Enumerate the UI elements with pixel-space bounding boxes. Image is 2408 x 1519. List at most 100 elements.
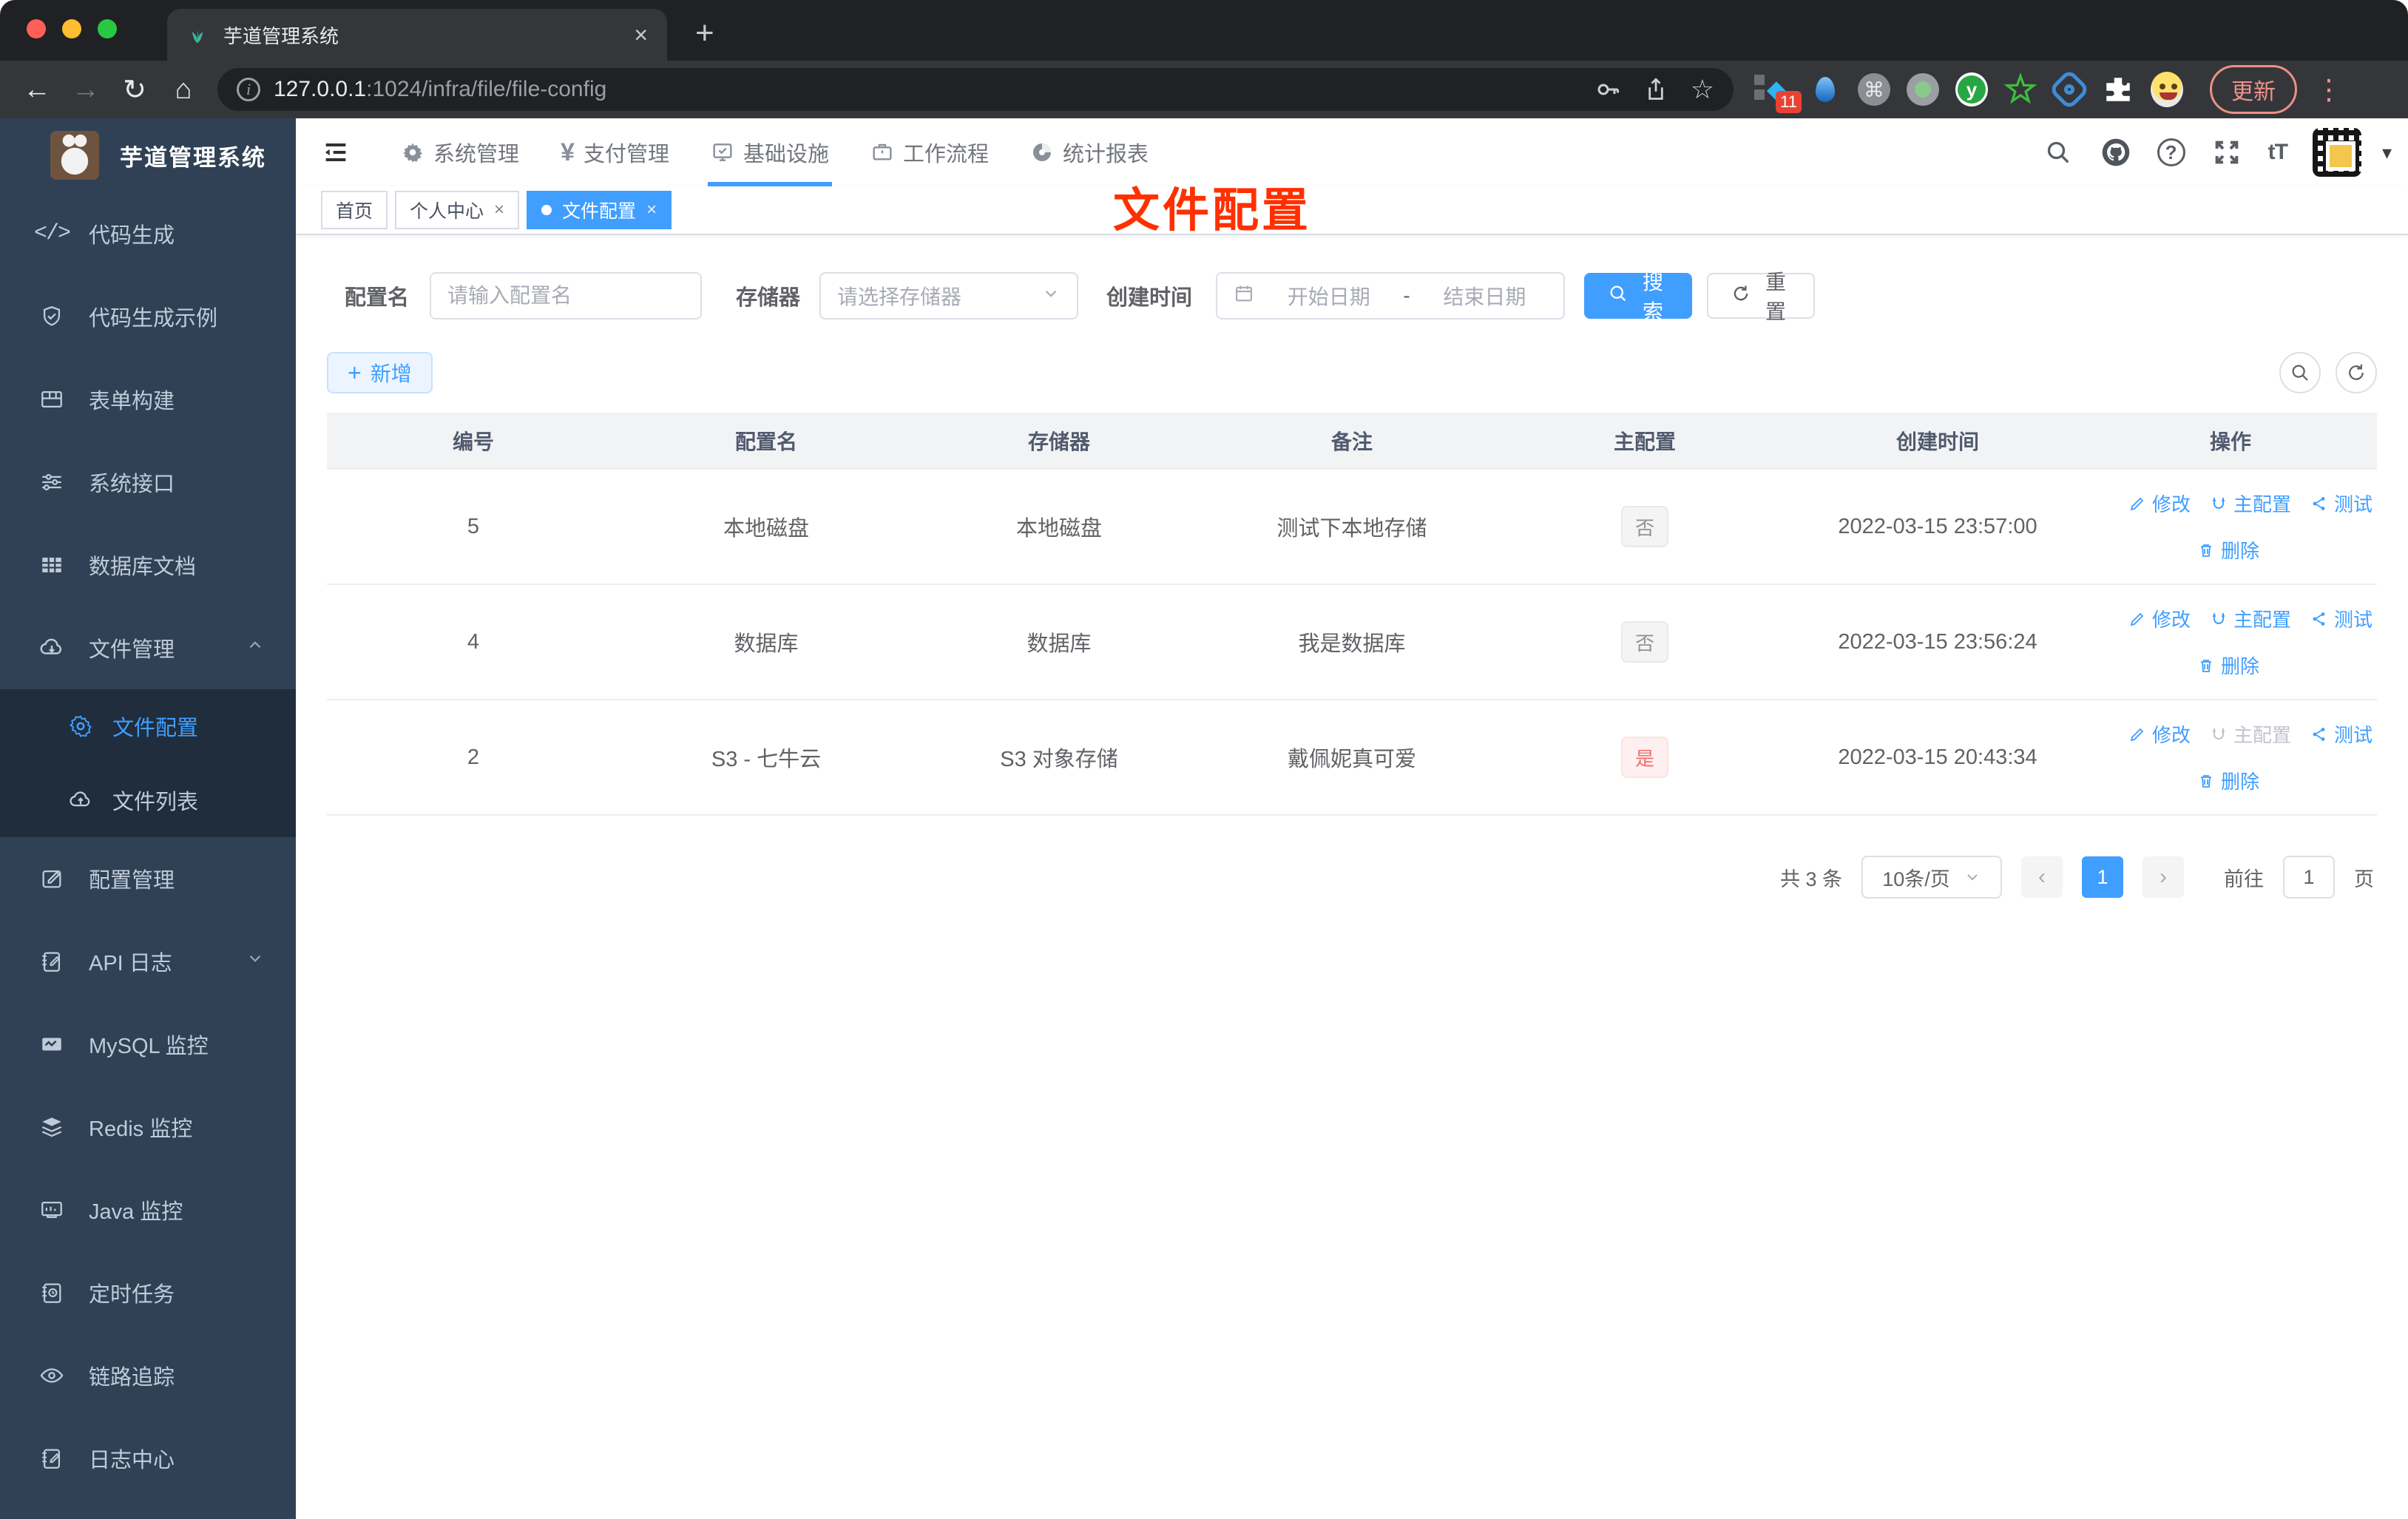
delete-button[interactable]: 删除	[2197, 652, 2259, 679]
search-icon[interactable]	[2042, 136, 2074, 169]
close-window-button[interactable]	[27, 19, 46, 38]
extension-squares-icon	[1754, 75, 1765, 100]
sidebar-item-mysql-monitor[interactable]: MySQL 监控	[0, 1003, 296, 1086]
test-button[interactable]: 测试	[2310, 720, 2373, 748]
sidebar-item-log-center[interactable]: 日志中心	[0, 1417, 296, 1500]
extension-record-icon[interactable]	[1907, 73, 1939, 106]
github-icon[interactable]	[2100, 136, 2132, 169]
page-number-button[interactable]: 1	[2082, 856, 2123, 898]
site-info-icon[interactable]: i	[237, 78, 260, 101]
reload-button[interactable]: ↻	[114, 69, 155, 110]
sidebar-collapse-icon[interactable]	[318, 135, 354, 170]
config-name-input[interactable]	[447, 284, 685, 308]
chrome-menu-icon[interactable]: ⋮	[2315, 73, 2344, 106]
master-config-button[interactable]: 主配置	[2210, 605, 2291, 632]
zoom-window-button[interactable]	[98, 19, 117, 38]
tag-home[interactable]: 首页	[321, 191, 388, 229]
edit-button[interactable]: 修改	[2128, 720, 2191, 748]
sidebar-item-code-gen[interactable]: </> 代码生成	[0, 192, 296, 275]
config-name-field[interactable]	[430, 272, 703, 319]
table-row: 4 数据库 数据库 我是数据库 否 2022-03-15 23:56:24 修改	[327, 584, 2377, 700]
nav-item-system[interactable]: 系统管理	[380, 118, 540, 186]
timer-book-icon	[38, 1279, 65, 1306]
extension-star-icon[interactable]	[2004, 73, 2037, 106]
sidebar-item-api-log[interactable]: API 日志	[0, 920, 296, 1003]
extension-command-icon[interactable]: ⌘	[1858, 73, 1890, 106]
tab-close-icon[interactable]: ×	[634, 23, 648, 47]
sidebar-item-db-doc[interactable]: 数据库文档	[0, 524, 296, 606]
sidebar-item-file-list[interactable]: 文件列表	[0, 763, 296, 837]
minimize-window-button[interactable]	[62, 19, 81, 38]
header-actions: ? tT ▾	[2042, 128, 2392, 177]
sidebar-item-form-builder[interactable]: 表单构建	[0, 358, 296, 441]
address-bar[interactable]: i 127.0.0.1:1024/infra/file/file-config …	[217, 68, 1734, 111]
extension-icons: ◆ 11 ⌘ y	[1754, 68, 2183, 113]
browser-tab[interactable]: 芋道管理系统 ×	[167, 9, 667, 61]
fullscreen-icon[interactable]	[2211, 136, 2243, 169]
cell-created: 2022-03-15 23:56:24	[1791, 584, 2084, 700]
sidebar-item-scheduled-tasks[interactable]: 定时任务	[0, 1251, 296, 1334]
delete-button[interactable]: 删除	[2197, 767, 2259, 794]
prev-page-button[interactable]: ‹	[2021, 856, 2063, 898]
edit-button[interactable]: 修改	[2128, 605, 2191, 632]
user-avatar[interactable]	[2312, 128, 2361, 177]
page-size-select[interactable]: 10条/页	[1861, 856, 2002, 899]
date-range-picker[interactable]: 开始日期 - 结束日期	[1216, 272, 1566, 319]
sidebar-item-tracing[interactable]: 链路追踪	[0, 1334, 296, 1417]
table-toolbar-right	[2279, 352, 2377, 393]
home-button[interactable]: ⌂	[163, 69, 204, 110]
password-key-icon[interactable]	[1594, 76, 1621, 103]
search-button[interactable]: 搜索	[1584, 271, 1693, 323]
reset-button[interactable]: 重置	[1707, 271, 1816, 323]
test-button[interactable]: 测试	[2310, 490, 2373, 517]
next-page-button[interactable]: ›	[2142, 856, 2184, 898]
font-size-icon[interactable]: tT	[2268, 140, 2288, 165]
table-icon	[38, 552, 65, 578]
add-button[interactable]: + 新增	[327, 352, 433, 393]
bookmark-star-icon[interactable]: ☆	[1691, 74, 1714, 105]
help-icon[interactable]: ?	[2157, 138, 2185, 166]
sidebar-item-file-config[interactable]: 文件配置	[0, 689, 296, 763]
back-button[interactable]: ←	[16, 69, 58, 110]
master-config-button[interactable]: 主配置	[2210, 490, 2291, 517]
forward-button[interactable]: →	[65, 69, 106, 110]
start-date-placeholder[interactable]: 开始日期	[1266, 281, 1391, 311]
tag-close-icon[interactable]: ×	[646, 200, 657, 220]
sidebar-item-file-management[interactable]: 文件管理	[0, 606, 296, 689]
profile-avatar-icon[interactable]	[2151, 72, 2183, 107]
nav-item-infrastructure[interactable]: 基础设施	[690, 118, 850, 186]
nav-item-payment[interactable]: ¥ 支付管理	[540, 118, 690, 186]
tag-profile[interactable]: 个人中心 ×	[395, 191, 520, 229]
extension-y-icon[interactable]: y	[1955, 72, 1988, 106]
refresh-table-button[interactable]	[2336, 352, 2377, 393]
sidebar-item-java-monitor[interactable]: Java 监控	[0, 1168, 296, 1251]
storage-select[interactable]: 请选择存储器	[819, 272, 1079, 319]
sidebar-item-system-api[interactable]: 系统接口	[0, 441, 296, 524]
chrome-update-button[interactable]: 更新	[2210, 65, 2297, 114]
tag-file-config[interactable]: 文件配置 ×	[527, 191, 672, 229]
caret-down-icon[interactable]: ▾	[2382, 141, 2392, 164]
edit-button[interactable]: 修改	[2128, 490, 2191, 517]
sidebar-item-redis-monitor[interactable]: Redis 监控	[0, 1086, 296, 1168]
sidebar: 芋道管理系统 </> 代码生成 代码生成示例 表单构建 系统接口 数据库文档 文…	[0, 118, 296, 1519]
toggle-search-button[interactable]	[2279, 352, 2321, 393]
master-config-button[interactable]: 主配置	[2210, 720, 2291, 748]
sidebar-item-code-demo[interactable]: 代码生成示例	[0, 275, 296, 358]
tag-close-icon[interactable]: ×	[494, 200, 504, 220]
col-remark: 备注	[1205, 413, 1498, 469]
extension-eye-icon[interactable]	[2048, 68, 2091, 111]
nav-item-workflow[interactable]: 工作流程	[850, 118, 1009, 186]
delete-button[interactable]: 删除	[2197, 536, 2259, 564]
goto-page-input[interactable]	[2283, 856, 2335, 899]
sidebar-item-config-management[interactable]: 配置管理	[0, 837, 296, 920]
calendar-icon	[1234, 283, 1254, 309]
extension-diamond-icon[interactable]: ◆ 11	[1754, 73, 1802, 113]
share-icon[interactable]	[1643, 76, 1668, 103]
app-logo[interactable]: 芋道管理系统	[0, 118, 296, 192]
end-date-placeholder[interactable]: 结束日期	[1422, 281, 1547, 311]
test-button[interactable]: 测试	[2310, 605, 2373, 632]
new-tab-button[interactable]: +	[695, 15, 714, 52]
extensions-puzzle-icon[interactable]	[2102, 73, 2134, 106]
cell-remark: 我是数据库	[1205, 584, 1498, 700]
extension-pin-icon[interactable]	[1809, 73, 1841, 106]
